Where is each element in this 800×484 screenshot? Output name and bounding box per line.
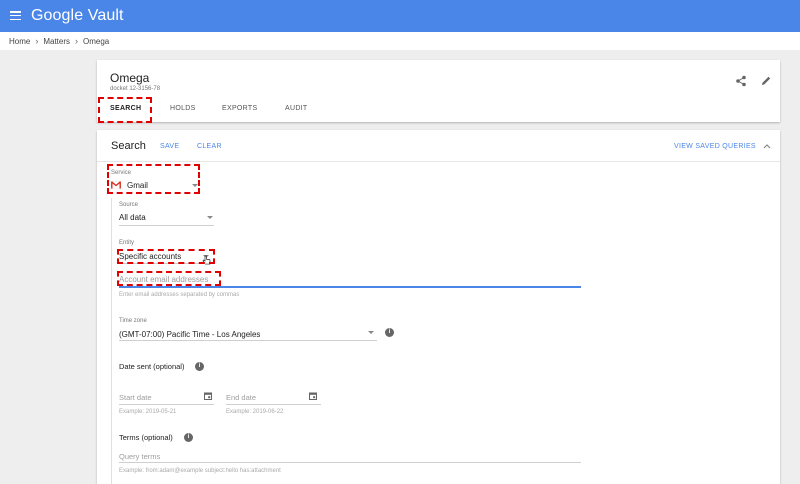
- highlight-search-tab: [98, 97, 152, 123]
- timezone-label: Time zone: [119, 318, 147, 324]
- breadcrumb-current: Omega: [83, 36, 110, 46]
- tab-holds[interactable]: HOLDS: [170, 105, 196, 112]
- source-label: Source: [119, 202, 139, 208]
- source-select[interactable]: All data: [119, 213, 146, 222]
- share-icon[interactable]: [735, 75, 747, 87]
- dropdown-arrow-icon[interactable]: [368, 331, 374, 334]
- query-terms-input[interactable]: Query terms: [119, 452, 160, 461]
- highlight-service: [107, 164, 200, 194]
- breadcrumb-matters[interactable]: Matters: [43, 37, 70, 46]
- chevron-right-icon: ›: [75, 36, 79, 46]
- start-date-example: Example: 2019-05-21: [119, 409, 177, 415]
- entity-label: Entity: [119, 240, 135, 246]
- chevron-right-icon: ›: [35, 36, 39, 46]
- pencil-icon[interactable]: [760, 75, 772, 87]
- end-date-underline: [226, 404, 321, 405]
- breadcrumb: Home › Matters › Omega: [0, 32, 800, 50]
- source-underline: [119, 225, 214, 226]
- timezone-select[interactable]: (GMT-07:00) Pacific Time - Los Angeles: [119, 330, 260, 339]
- dropdown-arrow-icon[interactable]: [207, 216, 213, 219]
- calendar-icon[interactable]: [309, 392, 317, 400]
- matter-id: docket 12-3156-78: [110, 86, 161, 92]
- terms-label: Terms (optional): [119, 433, 173, 442]
- highlight-entity: [117, 249, 215, 264]
- start-date-input[interactable]: Start date: [119, 393, 152, 402]
- calendar-icon[interactable]: [204, 392, 212, 400]
- start-date-underline: [119, 404, 214, 405]
- app-bar: Google Vault: [0, 0, 800, 32]
- section-guide-line: [111, 198, 112, 484]
- chevron-up-icon[interactable]: [762, 142, 772, 150]
- info-icon[interactable]: i: [195, 362, 204, 371]
- search-title: Search: [111, 140, 146, 152]
- save-button[interactable]: SAVE: [160, 143, 179, 150]
- tab-exports[interactable]: EXPORTS: [222, 105, 257, 112]
- timezone-underline: [119, 340, 377, 341]
- account-email-underline: [119, 286, 581, 288]
- divider: [97, 161, 780, 162]
- end-date-example: Example: 2019-06-22: [226, 409, 284, 415]
- matter-title: Omega: [110, 71, 150, 85]
- breadcrumb-home[interactable]: Home: [9, 37, 30, 46]
- info-icon[interactable]: i: [184, 433, 193, 442]
- app-title: Google Vault: [31, 7, 124, 24]
- account-email-hint: Enter email addresses separated by comma…: [119, 292, 240, 298]
- end-date-input[interactable]: End date: [226, 393, 256, 402]
- highlight-account-emails: [117, 271, 221, 286]
- clear-button[interactable]: CLEAR: [197, 143, 222, 150]
- matter-header-card: Omega docket 12-3156-78 SEARCH HOLDS EXP…: [97, 60, 780, 122]
- info-icon[interactable]: i: [385, 328, 394, 337]
- tab-audit[interactable]: AUDIT: [285, 105, 308, 112]
- hamburger-icon[interactable]: [10, 11, 21, 21]
- query-terms-underline: [119, 462, 581, 463]
- query-terms-hint: Example: from:adam@example subject:hello…: [119, 468, 281, 474]
- view-saved-queries-button[interactable]: VIEW SAVED QUERIES: [674, 143, 756, 150]
- date-sent-label: Date sent (optional): [119, 362, 185, 371]
